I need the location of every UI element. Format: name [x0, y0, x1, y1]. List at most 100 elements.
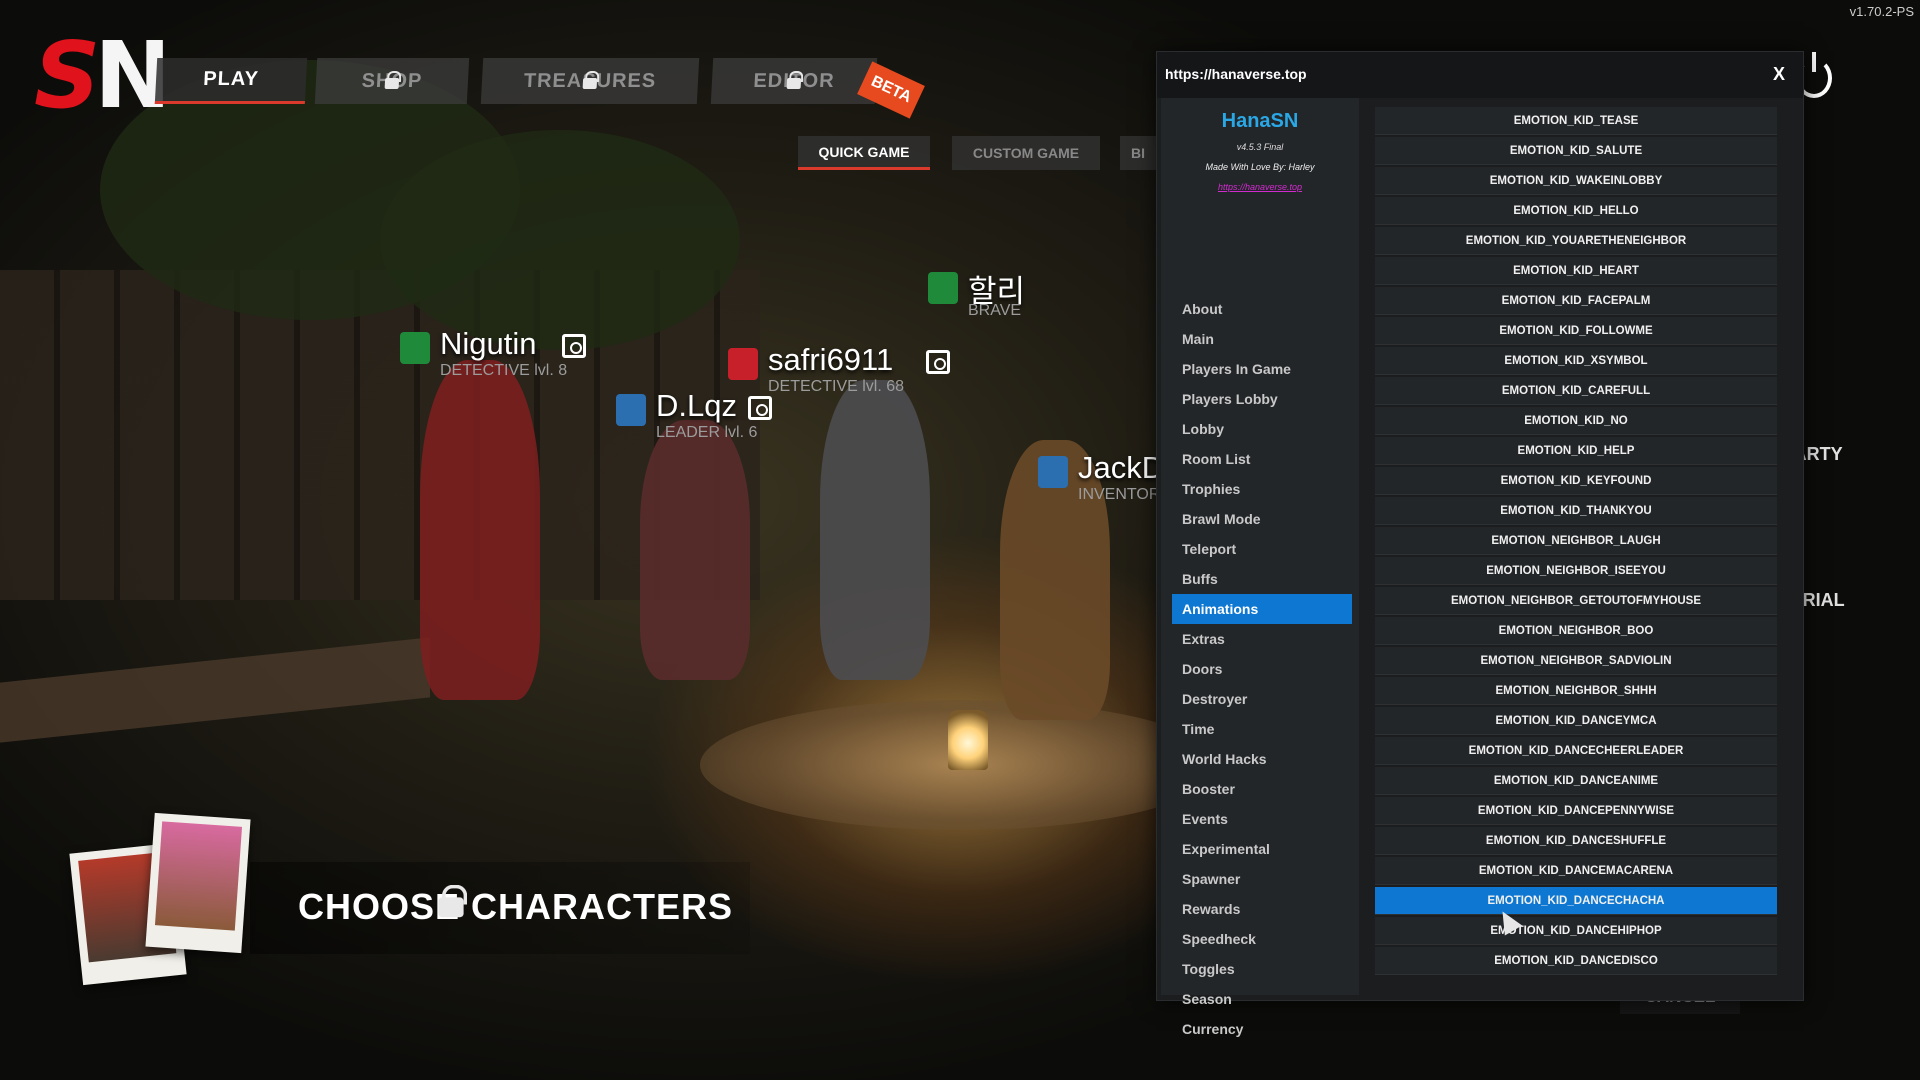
- animation-item[interactable]: EMOTION_KID_HEART: [1375, 257, 1777, 285]
- animation-item[interactable]: EMOTION_KID_DANCECHEERLEADER: [1375, 737, 1777, 765]
- tab-play[interactable]: PLAY: [154, 58, 308, 104]
- sidebar-item[interactable]: Players Lobby: [1172, 384, 1352, 414]
- game-logo: SN: [34, 30, 171, 122]
- sidebar-item[interactable]: Animations: [1172, 594, 1352, 624]
- tab-quick-game[interactable]: QUICK GAME: [798, 136, 930, 170]
- animation-item[interactable]: EMOTION_KID_FACEPALM: [1375, 287, 1777, 315]
- player-name: Nigutin: [440, 326, 537, 361]
- animation-item[interactable]: EMOTION_KID_DANCEYMCA: [1375, 707, 1777, 735]
- beta-badge: BETA: [857, 61, 925, 119]
- sidebar-item[interactable]: Speedheck: [1172, 924, 1352, 954]
- animation-item[interactable]: EMOTION_KID_TEASE: [1375, 107, 1777, 135]
- animation-item[interactable]: EMOTION_KID_XSYMBOL: [1375, 347, 1777, 375]
- mod-sidebar: HanaSN v4.5.3 Final Made With Love By: H…: [1161, 98, 1359, 1037]
- character-figure: [820, 380, 930, 680]
- sidebar-item[interactable]: Experimental: [1172, 834, 1352, 864]
- animation-item[interactable]: EMOTION_KID_NO: [1375, 407, 1777, 435]
- sidebar-item[interactable]: Room List: [1172, 444, 1352, 474]
- logo-s: S: [34, 22, 100, 129]
- settings-icon[interactable]: [562, 334, 586, 358]
- sidebar-item[interactable]: Time: [1172, 714, 1352, 744]
- character-photo[interactable]: [145, 812, 251, 954]
- sidebar-item[interactable]: Events: [1172, 804, 1352, 834]
- sidebar-item[interactable]: Teleport: [1172, 534, 1352, 564]
- animation-item[interactable]: EMOTION_KID_DANCEANIME: [1375, 767, 1777, 795]
- player-rank: DETECTIVE lvl. 68: [768, 378, 905, 395]
- window-url: https://hanaverse.top: [1165, 66, 1307, 82]
- animation-item[interactable]: EMOTION_KID_DANCEDISCO: [1375, 947, 1777, 975]
- lock-icon: [583, 71, 598, 89]
- player-rank: DETECTIVE lvl. 8: [440, 362, 568, 379]
- tab-partial-label: BI: [1131, 145, 1145, 161]
- sidebar-item[interactable]: Toggles: [1172, 954, 1352, 984]
- sidebar-item[interactable]: Doors: [1172, 654, 1352, 684]
- animation-item[interactable]: EMOTION_KID_DANCEPENNYWISE: [1375, 797, 1777, 825]
- brand-version: v4.5.3 Final: [1236, 142, 1284, 152]
- sidebar-item[interactable]: Spawner: [1172, 864, 1352, 894]
- animation-item[interactable]: EMOTION_KID_CAREFULL: [1375, 377, 1777, 405]
- animation-item[interactable]: EMOTION_KID_HELLO: [1375, 197, 1777, 225]
- settings-icon[interactable]: [926, 350, 950, 374]
- tab-play-label: PLAY: [202, 68, 260, 90]
- tab-treasures[interactable]: TREASURES: [480, 58, 700, 104]
- lock-icon: [787, 71, 802, 89]
- sidebar-item[interactable]: Players In Game: [1172, 354, 1352, 384]
- player-badge-icon: [616, 394, 646, 426]
- character-figure: [640, 420, 750, 680]
- animation-item[interactable]: EMOTION_NEIGHBOR_LAUGH: [1375, 527, 1777, 555]
- tab-editor[interactable]: EDITOR: [710, 58, 878, 104]
- animation-item[interactable]: EMOTION_KID_SALUTE: [1375, 137, 1777, 165]
- lock-icon: [438, 884, 468, 918]
- animation-list: EMOTION_KID_TEASE EMOTION_KID_SALUTE EMOTI…: [1375, 107, 1777, 977]
- logo-n: N: [94, 22, 171, 129]
- animation-item[interactable]: EMOTION_KID_DANCECHACHA: [1375, 887, 1777, 915]
- animation-item[interactable]: EMOTION_KID_DANCESHUFFLE: [1375, 827, 1777, 855]
- sidebar-item[interactable]: Rewards: [1172, 894, 1352, 924]
- sidebar-item[interactable]: Trophies: [1172, 474, 1352, 504]
- sidebar-item[interactable]: Buffs: [1172, 564, 1352, 594]
- sidebar-item[interactable]: Booster: [1172, 774, 1352, 804]
- animation-item[interactable]: EMOTION_NEIGHBOR_ISEEYOU: [1375, 557, 1777, 585]
- sidebar-item[interactable]: Main: [1172, 324, 1352, 354]
- tab-quick-game-label: QUICK GAME: [818, 143, 910, 160]
- player-badge-icon: [928, 272, 958, 304]
- lock-icon: [385, 71, 400, 89]
- sidebar-item[interactable]: Brawl Mode: [1172, 504, 1352, 534]
- game-version: v1.70.2-PS: [1849, 4, 1914, 19]
- animation-item[interactable]: EMOTION_KID_KEYFOUND: [1375, 467, 1777, 495]
- sidebar-item[interactable]: Destroyer: [1172, 684, 1352, 714]
- animation-item[interactable]: EMOTION_NEIGHBOR_SHHH: [1375, 677, 1777, 705]
- sidebar-item[interactable]: World Hacks: [1172, 744, 1352, 774]
- kid-portrait: [154, 821, 243, 931]
- tab-shop[interactable]: SHOP: [314, 58, 470, 104]
- lantern: [948, 710, 988, 770]
- animation-item[interactable]: EMOTION_KID_HELP: [1375, 437, 1777, 465]
- sidebar-item[interactable]: Season: [1172, 984, 1352, 1014]
- tab-partial[interactable]: BI: [1120, 136, 1156, 170]
- animation-item[interactable]: EMOTION_KID_WAKEINLOBBY: [1375, 167, 1777, 195]
- animation-item[interactable]: EMOTION_NEIGHBOR_GETOUTOFMYHOUSE: [1375, 587, 1777, 615]
- sidebar-item[interactable]: Currency: [1172, 1014, 1352, 1044]
- choose-characters-button[interactable]: CHOOSE CHARACTERS: [298, 886, 733, 928]
- window-titlebar[interactable]: https://hanaverse.top X: [1157, 52, 1803, 98]
- tree-foliage: [380, 130, 740, 350]
- sidebar-item[interactable]: About: [1172, 294, 1352, 324]
- tab-custom-game-label: CUSTOM GAME: [972, 145, 1080, 161]
- animation-item[interactable]: EMOTION_KID_DANCEHIPHOP: [1375, 917, 1777, 945]
- player-name: JackD: [1078, 450, 1165, 485]
- player-rank: INVENTOR: [1078, 486, 1161, 503]
- settings-icon[interactable]: [748, 396, 772, 420]
- animation-item[interactable]: EMOTION_KID_THANKYOU: [1375, 497, 1777, 525]
- brand-link[interactable]: https://hanaverse.top: [1161, 182, 1359, 192]
- tab-custom-game[interactable]: CUSTOM GAME: [952, 136, 1100, 170]
- animation-item[interactable]: EMOTION_KID_FOLLOWME: [1375, 317, 1777, 345]
- animation-item[interactable]: EMOTION_NEIGHBOR_SADVIOLIN: [1375, 647, 1777, 675]
- close-button[interactable]: X: [1773, 64, 1785, 85]
- brand-credit: Made With Love By: Harley: [1205, 162, 1315, 172]
- brand-title: HanaSN: [1221, 110, 1299, 132]
- sidebar-item[interactable]: Lobby: [1172, 414, 1352, 444]
- sidebar-item[interactable]: Extras: [1172, 624, 1352, 654]
- animation-item[interactable]: EMOTION_NEIGHBOR_BOO: [1375, 617, 1777, 645]
- animation-item[interactable]: EMOTION_KID_YOUARETHENEIGHBOR: [1375, 227, 1777, 255]
- animation-item[interactable]: EMOTION_KID_DANCEMACARENA: [1375, 857, 1777, 885]
